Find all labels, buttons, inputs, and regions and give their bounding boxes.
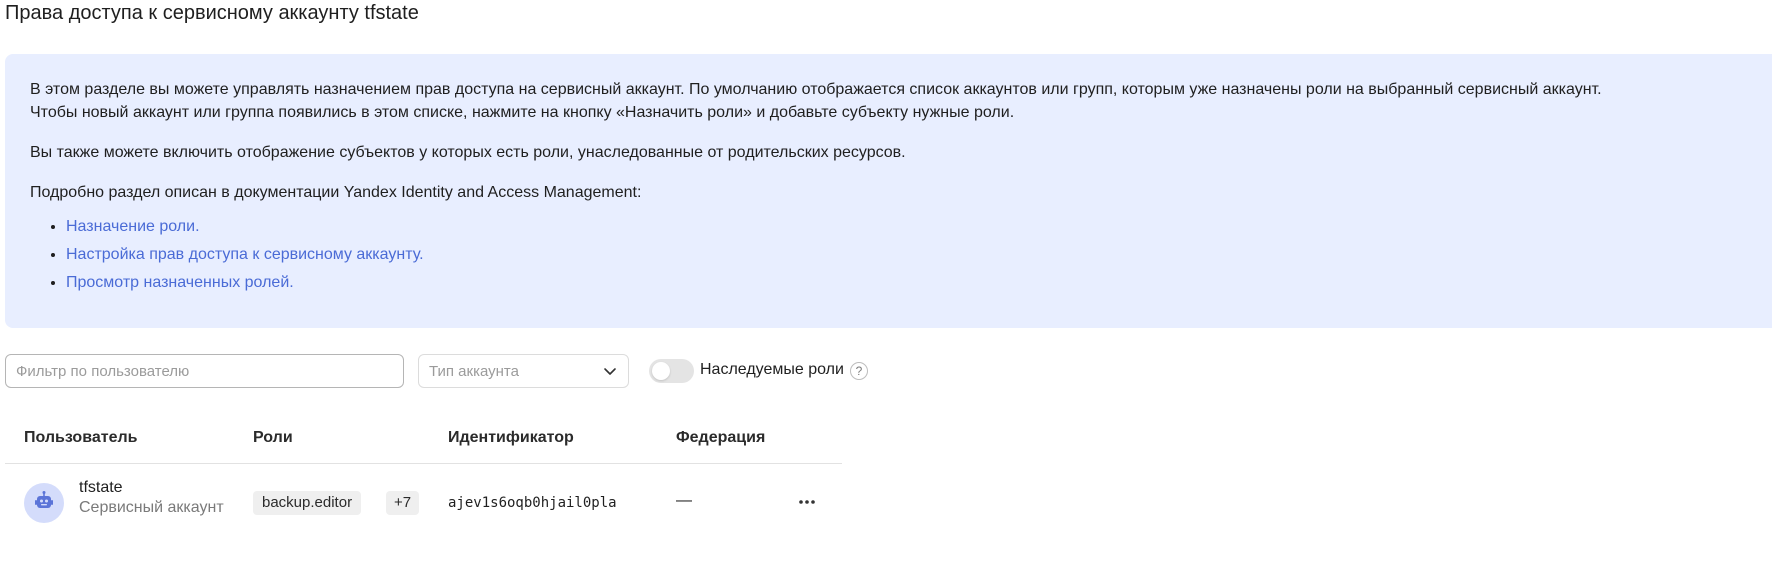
account-type-placeholder: Тип аккаунта — [429, 362, 519, 380]
column-header-federation: Федерация — [676, 429, 766, 446]
column-header-identifier: Идентификатор — [448, 429, 574, 446]
info-paragraph-1: В этом разделе вы можете управлять назна… — [30, 78, 1772, 124]
user-filter-input[interactable] — [5, 354, 404, 388]
column-header-roles: Роли — [253, 429, 293, 446]
info-paragraph-3: Подробно раздел описан в документации Ya… — [30, 184, 642, 201]
inherited-roles-toggle[interactable] — [649, 359, 694, 383]
more-horizontal-icon — [798, 492, 816, 510]
list-item: Назначение роли. — [66, 213, 1772, 241]
info-paragraph-1-line-1: В этом разделе вы можете управлять назна… — [30, 81, 1602, 98]
chevron-down-icon — [602, 363, 618, 379]
page-title: Права доступа к сервисному аккаунту tfst… — [5, 2, 419, 24]
federation-value: — — [676, 492, 692, 509]
robot-icon — [33, 490, 55, 517]
column-header-user: Пользователь — [24, 429, 138, 446]
identifier-value: ajev1s6oqb0hjail0pla — [448, 495, 617, 511]
info-paragraph-1-line-2: Чтобы новый аккаунт или группа появились… — [30, 104, 1015, 121]
table-row: tfstate Сервисный аккаунт backup.editor … — [5, 464, 842, 540]
account-type-select[interactable]: Тип аккаунта — [418, 354, 629, 388]
link-service-account-access[interactable]: Настройка прав доступа к сервисному акка… — [66, 246, 424, 263]
role-chip[interactable]: backup.editor — [253, 491, 362, 515]
user-name: tfstate — [79, 479, 123, 496]
docs-links-list: Назначение роли. Настройка прав доступа … — [30, 213, 1772, 297]
more-roles-chip[interactable]: +7 — [386, 491, 420, 515]
avatar — [24, 483, 64, 523]
user-type: Сервисный аккаунт — [79, 499, 224, 516]
inherited-roles-label: Наследуемые роли — [700, 361, 844, 378]
link-view-roles[interactable]: Просмотр назначенных ролей. — [66, 274, 294, 291]
info-panel: В этом разделе вы можете управлять назна… — [5, 54, 1772, 328]
list-item: Просмотр назначенных ролей. — [66, 269, 1772, 297]
info-paragraph-2: Вы также можете включить отображение суб… — [30, 144, 906, 161]
list-item: Настройка прав доступа к сервисному акка… — [66, 241, 1772, 269]
row-actions-button[interactable] — [794, 488, 820, 514]
help-icon[interactable]: ? — [850, 362, 868, 380]
link-assign-role[interactable]: Назначение роли. — [66, 218, 200, 235]
toggle-knob — [652, 362, 670, 380]
